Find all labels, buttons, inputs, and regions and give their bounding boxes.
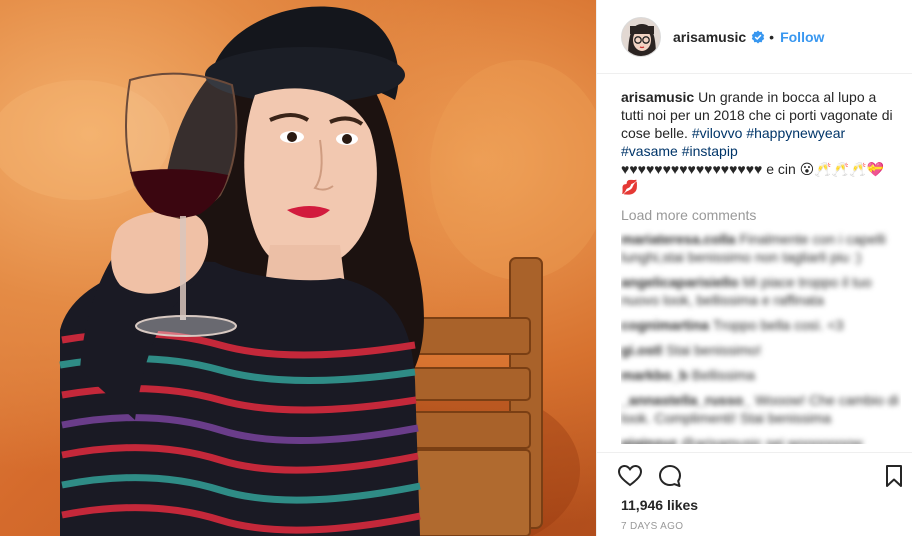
- comments-section: arisamusic Un grande in bocca al lupo a …: [621, 88, 901, 444]
- avatar[interactable]: [621, 16, 661, 57]
- follow-button[interactable]: Follow: [780, 29, 824, 45]
- likes-count[interactable]: 11,946 likes: [621, 497, 698, 513]
- caption: arisamusic Un grande in bocca al lupo a …: [621, 88, 901, 196]
- comment-username[interactable]: mariateresa.colla: [621, 231, 735, 247]
- comment-username[interactable]: _annastella_russo_: [621, 392, 751, 408]
- post-username[interactable]: arisamusic: [673, 29, 746, 45]
- load-more-comments[interactable]: Load more comments: [621, 206, 901, 224]
- comment-list: mariateresa.colla Finalmente con i capell…: [621, 230, 901, 444]
- comment-icon[interactable]: [657, 463, 683, 489]
- comment-item: _annastella_russo_ Wooow! Che cambio di l…: [621, 391, 901, 427]
- comment-username[interactable]: markbo_b: [621, 367, 688, 383]
- verified-badge-icon: [751, 30, 765, 44]
- comment-username[interactable]: cognimartina: [621, 317, 709, 333]
- comment-item: gi.ostl Stai benissimo!: [621, 341, 901, 359]
- action-icons: [617, 463, 683, 489]
- comment-username[interactable]: angelicaparisiello: [621, 274, 739, 290]
- post-timestamp[interactable]: 7 DAYS AGO: [621, 521, 683, 532]
- heart-icon[interactable]: [617, 463, 643, 489]
- photo-illustration: [0, 6, 596, 536]
- comment-username[interactable]: giginzuz: [621, 435, 677, 444]
- bookmark-icon[interactable]: [881, 463, 907, 489]
- caption-username[interactable]: arisamusic: [621, 89, 694, 105]
- comment-text: Bellissima: [691, 367, 755, 383]
- instagram-post: arisamusic • Follow arisamusic Un grande…: [0, 0, 912, 536]
- comment-text: Stai benissimo!: [666, 342, 762, 358]
- post-photo[interactable]: [0, 0, 596, 536]
- comment-item: angelicaparisiello Mi piace troppo il tuo…: [621, 273, 901, 309]
- comment-item: mariateresa.colla Finalmente con i capell…: [621, 230, 901, 266]
- comment-username[interactable]: gi.ostl: [621, 342, 662, 358]
- comment-item: cognimartina Troppo bella così. <3: [621, 316, 901, 334]
- comment-text: @arisamusic sei wooooooow: [681, 435, 863, 444]
- post-header: arisamusic • Follow: [597, 0, 912, 74]
- comment-text: Troppo bella così. <3: [712, 317, 844, 333]
- hashtag[interactable]: #instapip: [682, 143, 738, 159]
- post-sidebar: arisamusic • Follow arisamusic Un grande…: [596, 0, 912, 536]
- hashtag[interactable]: #vasame: [621, 143, 678, 159]
- hashtag[interactable]: #happynewyear: [746, 125, 845, 141]
- separator-dot: •: [769, 28, 775, 45]
- hashtag[interactable]: #vilovvo: [692, 125, 743, 141]
- comment-item: giginzuz @arisamusic sei wooooooow: [621, 434, 901, 444]
- comment-item: markbo_b Bellissima: [621, 366, 901, 384]
- actions-bar: 11,946 likes 7 DAYS AGO: [597, 452, 912, 536]
- avatar-illustration: [622, 17, 660, 56]
- caption-emoji-line: ♥♥♥♥♥♥♥♥♥♥♥♥♥♥♥♥♥ e cin 😮🥂🥂🥂💝💋: [621, 161, 884, 195]
